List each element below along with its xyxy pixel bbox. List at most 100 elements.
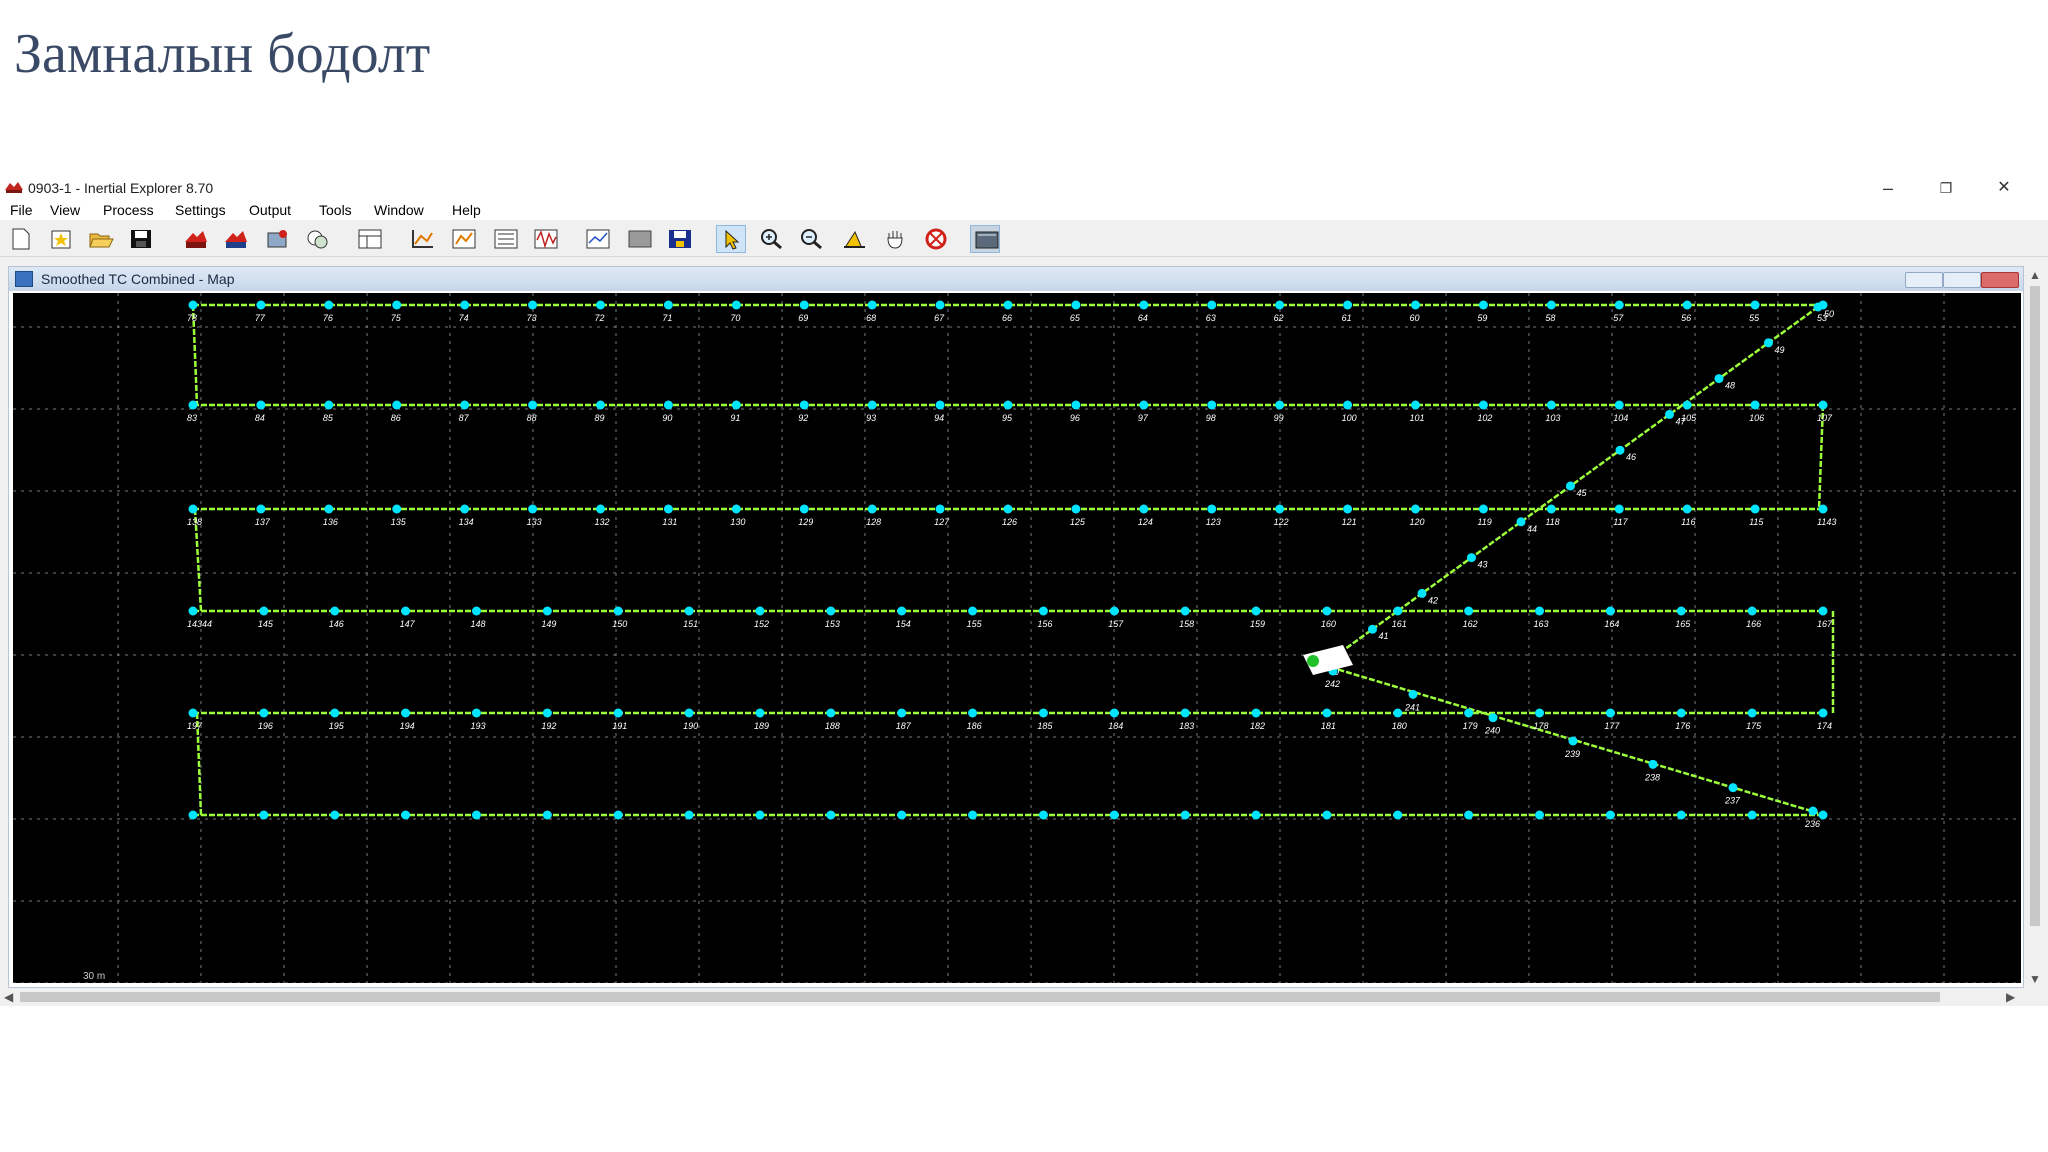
close-button[interactable]: ✕: [1982, 176, 2026, 200]
epoch-label: 133: [527, 517, 542, 527]
epoch-marker: [826, 810, 836, 820]
chart-icon[interactable]: [582, 225, 612, 253]
epoch-marker: [1180, 606, 1190, 616]
menu-settings[interactable]: Settings: [175, 202, 226, 218]
epoch-marker: [968, 606, 978, 616]
epoch-label: 159: [1250, 619, 1265, 629]
epoch-label: 137: [255, 517, 271, 527]
epoch-marker: [256, 400, 266, 410]
epoch-label: 236: [1804, 819, 1820, 829]
epoch-label: 88: [527, 413, 537, 423]
process-tc-icon[interactable]: [220, 225, 250, 253]
epoch-marker: [460, 504, 470, 514]
epoch-label: 166: [1746, 619, 1761, 629]
map-close-button[interactable]: [1981, 272, 2019, 288]
epoch-marker: [1411, 400, 1420, 410]
menu-tools[interactable]: Tools: [319, 202, 352, 218]
map-maximize-button[interactable]: [1943, 272, 1981, 288]
epoch-marker: [188, 300, 198, 310]
epoch-marker: [1464, 810, 1474, 820]
pointer-icon[interactable]: [716, 225, 746, 253]
epoch-marker: [867, 504, 877, 514]
epoch-label: 65: [1070, 313, 1081, 323]
vertical-scrollbar[interactable]: ▲ ▼: [2026, 266, 2044, 990]
new-file-icon[interactable]: [6, 225, 36, 253]
epoch-label: 190: [683, 721, 698, 731]
screen-icon[interactable]: [970, 225, 1000, 253]
combine-icon[interactable]: [262, 225, 292, 253]
epoch-marker: [596, 400, 605, 410]
epoch-label: 157: [1108, 619, 1124, 629]
menu-window[interactable]: Window: [374, 202, 424, 218]
epoch-label: 106: [1749, 413, 1764, 423]
scroll-up-icon[interactable]: ▲: [2029, 268, 2041, 282]
epoch-label: 102: [1477, 413, 1492, 423]
epoch-label: 68: [866, 313, 876, 323]
disk-icon[interactable]: [664, 225, 694, 253]
cancel-icon[interactable]: [920, 225, 950, 253]
minimize-button[interactable]: –: [1866, 176, 1910, 200]
menu-help[interactable]: Help: [452, 202, 481, 218]
axes-icon[interactable]: [406, 225, 436, 253]
epoch-label: 117: [1613, 517, 1628, 527]
restore-button[interactable]: ❐: [1924, 176, 1968, 200]
epoch-marker: [324, 504, 334, 514]
menu-output[interactable]: Output: [249, 202, 291, 218]
zoom-out-icon[interactable]: [796, 225, 826, 253]
map-view-icon[interactable]: [448, 225, 478, 253]
menu-view[interactable]: View: [50, 202, 80, 218]
epoch-marker: [460, 400, 470, 410]
epoch-label: 196: [258, 721, 273, 731]
epoch-marker: [1676, 708, 1686, 718]
scroll-right-icon[interactable]: ▶: [2006, 990, 2015, 1004]
epoch-marker: [755, 708, 765, 718]
waveform-icon[interactable]: [530, 225, 560, 253]
open-folder-icon[interactable]: [86, 225, 116, 253]
menu-process[interactable]: Process: [103, 202, 154, 218]
measure-icon[interactable]: [838, 225, 868, 253]
compare-icon[interactable]: [490, 225, 520, 253]
epoch-marker: [1180, 708, 1190, 718]
grid-view-icon[interactable]: [354, 225, 384, 253]
zoom-in-icon[interactable]: [756, 225, 786, 253]
epoch-marker: [867, 300, 877, 310]
epoch-marker: [1343, 300, 1353, 310]
image-icon[interactable]: [624, 225, 654, 253]
save-icon[interactable]: [126, 225, 156, 253]
epoch-label: 155: [967, 619, 983, 629]
epoch-label: 89: [595, 413, 605, 423]
scroll-left-icon[interactable]: ◀: [4, 990, 13, 1004]
horizontal-scrollbar[interactable]: ◀ ▶: [0, 988, 2026, 1006]
horizontal-scroll-thumb[interactable]: [20, 992, 1940, 1002]
vertical-scroll-thumb[interactable]: [2030, 286, 2040, 926]
epoch-label: 150: [612, 619, 627, 629]
app-logo-icon: [5, 182, 23, 193]
epoch-marker: [1343, 504, 1353, 514]
epoch-label: 55: [1749, 313, 1760, 323]
scroll-down-icon[interactable]: ▼: [2029, 972, 2041, 986]
epoch-label: 192: [541, 721, 556, 731]
epoch-label: 97: [1138, 413, 1149, 423]
new-project-icon[interactable]: [46, 225, 76, 253]
plot-icon[interactable]: [302, 225, 332, 253]
epoch-marker: [392, 300, 402, 310]
epoch-label: 84: [255, 413, 265, 423]
epoch-label: 83: [187, 413, 197, 423]
epoch-marker: [1665, 409, 1674, 419]
trajectory-map[interactable]: 78 77 76 75 74 73 72 71 70 69 68 67 66 65 64 63 62 61 60 59…: [13, 293, 2021, 983]
epoch-marker: [613, 810, 623, 820]
epoch-marker: [1535, 810, 1545, 820]
pan-hand-icon[interactable]: [880, 225, 910, 253]
map-minimize-button[interactable]: [1905, 272, 1943, 288]
epoch-marker: [1648, 759, 1658, 769]
menu-bar: File View Process Settings Output Tools …: [0, 200, 2048, 220]
epoch-label: 238: [1644, 772, 1660, 782]
menu-file[interactable]: File: [10, 202, 33, 218]
epoch-label: 191: [612, 721, 627, 731]
epoch-label: 176: [1675, 721, 1690, 731]
epoch-marker: [1818, 708, 1828, 718]
epoch-marker: [799, 504, 809, 514]
epoch-label: 94: [934, 413, 944, 423]
process-gnss-icon[interactable]: [180, 225, 210, 253]
epoch-label: 182: [1250, 721, 1265, 731]
